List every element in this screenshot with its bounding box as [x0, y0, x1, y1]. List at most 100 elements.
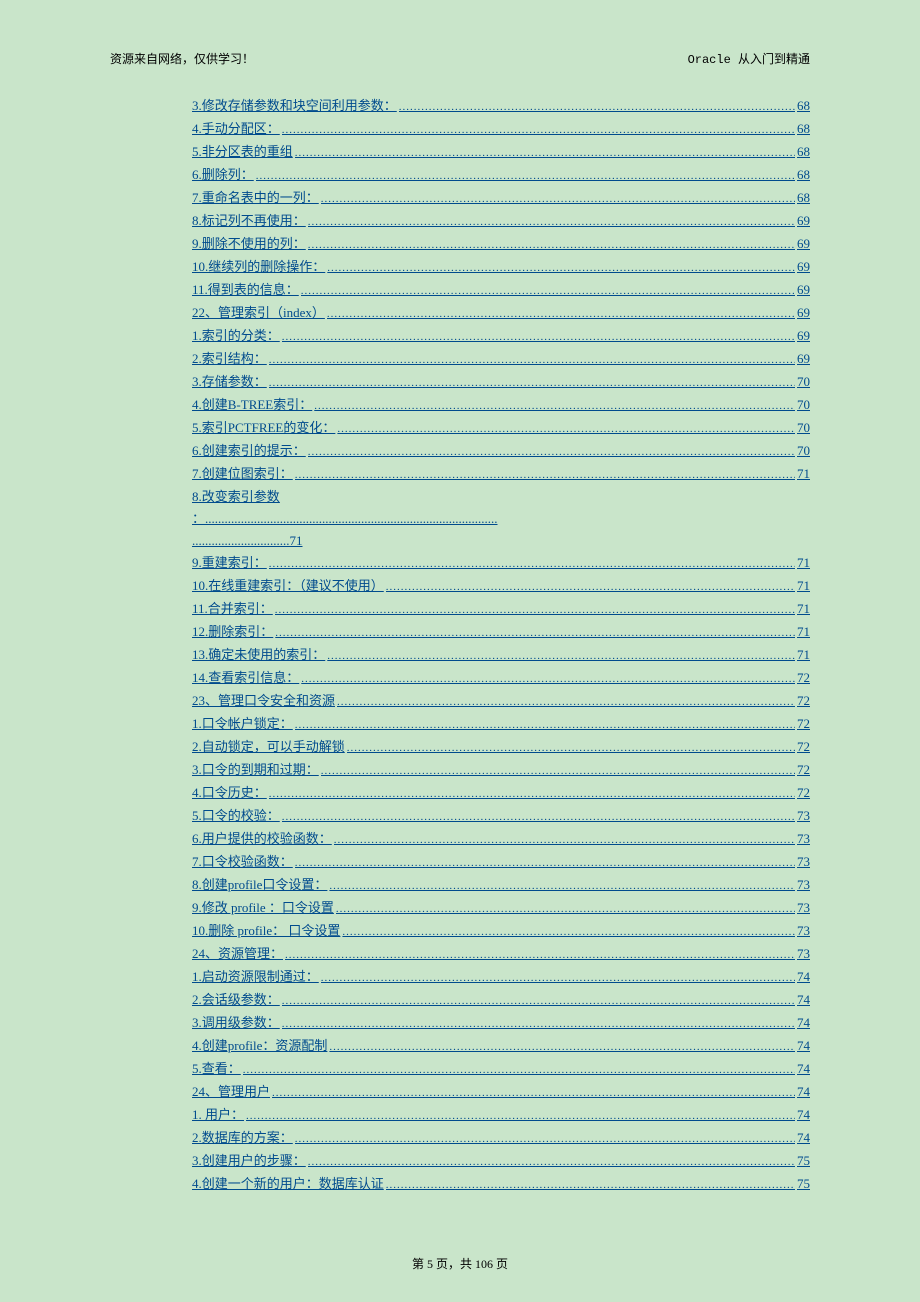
toc-link[interactable]: 10.在线重建索引：（建议不使用）	[192, 575, 384, 597]
toc-link[interactable]: 6.用户提供的校验函数：	[192, 828, 332, 850]
toc-link[interactable]: 24、管理用户	[192, 1081, 270, 1103]
toc-link[interactable]: 10.继续列的删除操作：	[192, 256, 325, 278]
toc-link[interactable]: 7.创建位图索引：	[192, 463, 293, 485]
toc-link[interactable]: 4.口令历史：	[192, 782, 267, 804]
toc-page: ..............................71	[192, 533, 303, 548]
page-number: 第 5 页，共 106 页	[412, 1257, 508, 1271]
toc-dots	[282, 805, 795, 828]
table-of-contents: 3.修改存储参数和块空间利用参数：684.手动分配区：685.非分区表的重组68…	[110, 95, 810, 1196]
toc-page: 73	[797, 874, 810, 896]
toc-link[interactable]: 4.创建一个新的用户：数据库认证	[192, 1173, 384, 1195]
toc-page: 75	[797, 1173, 810, 1195]
toc-page: 74	[797, 1035, 810, 1057]
toc-page: 73	[797, 897, 810, 919]
toc-link[interactable]: 1.口令帐户锁定：	[192, 713, 293, 735]
toc-link[interactable]: 4.创建B-TREE索引：	[192, 394, 312, 416]
toc-link[interactable]: 11.合并索引：	[192, 598, 273, 620]
toc-link[interactable]: 2.索引结构：	[192, 348, 267, 370]
toc-link[interactable]: 2.会话级参数：	[192, 989, 280, 1011]
toc-link[interactable]: 3.存储参数：	[192, 371, 267, 393]
toc-entry: 10.在线重建索引：（建议不使用） 71	[192, 575, 810, 598]
toc-link[interactable]: 10.删除 profile： 口令设置	[192, 920, 340, 942]
toc-entry: 23、管理口令安全和资源72	[192, 690, 810, 713]
toc-entry: 1.口令帐户锁定： 72	[192, 713, 810, 736]
toc-link[interactable]: 7.口令校验函数：	[192, 851, 293, 873]
toc-dots	[321, 759, 795, 782]
toc-link[interactable]: 11.得到表的信息：	[192, 279, 299, 301]
toc-link[interactable]: 6.创建索引的提示：	[192, 440, 306, 462]
toc-page: 68	[797, 95, 810, 117]
toc-page: 73	[797, 851, 810, 873]
toc-entry: 2.索引结构： 69	[192, 348, 810, 371]
toc-link[interactable]: 3.口令的到期和过期：	[192, 759, 319, 781]
toc-link[interactable]: 9.修改 profile ：口令设置	[192, 897, 334, 919]
toc-entry: 9.修改 profile ：口令设置 73	[192, 897, 810, 920]
toc-entry: 5.非分区表的重组68	[192, 141, 810, 164]
toc-dots	[308, 233, 795, 256]
toc-entry: 10.删除 profile： 口令设置73	[192, 920, 810, 943]
toc-link[interactable]: 5.非分区表的重组	[192, 141, 293, 163]
toc-entry: 8.标记列不再使用：69	[192, 210, 810, 233]
toc-entry: 11.得到表的信息：69	[192, 279, 810, 302]
toc-link[interactable]: 6.删除列：	[192, 164, 254, 186]
toc-entry: 7.口令校验函数： 73	[192, 851, 810, 874]
toc-dots	[275, 598, 795, 621]
toc-dots: ：.......................................…	[192, 511, 498, 526]
toc-page: 72	[797, 667, 810, 689]
toc-dots	[321, 966, 795, 989]
toc-link[interactable]: 13.确定未使用的索引：	[192, 644, 325, 666]
toc-link[interactable]: 3.调用级参数：	[192, 1012, 280, 1034]
toc-entry[interactable]: 8.改变索引参数 ：...............................…	[192, 486, 810, 552]
toc-link[interactable]: 3.创建用户的步骤：	[192, 1150, 306, 1172]
toc-entry: 5.查看：74	[192, 1058, 810, 1081]
toc-link[interactable]: 22、管理索引（index）	[192, 302, 325, 324]
toc-page: 75	[797, 1150, 810, 1172]
toc-link[interactable]: 5.口令的校验：	[192, 805, 280, 827]
header-right: Oracle 从入门到精通	[688, 50, 810, 67]
toc-link[interactable]: 8.标记列不再使用：	[192, 210, 306, 232]
toc-entry: 1.索引的分类：69	[192, 325, 810, 348]
toc-page: 72	[797, 713, 810, 735]
toc-page: 71	[797, 575, 810, 597]
toc-link[interactable]: 9.删除不使用的列：	[192, 233, 306, 255]
toc-page: 71	[797, 644, 810, 666]
toc-dots	[295, 713, 795, 736]
toc-entry: 1. 用户：74	[192, 1104, 810, 1127]
toc-page: 72	[797, 759, 810, 781]
toc-entry: 4.口令历史：72	[192, 782, 810, 805]
toc-dots	[327, 302, 795, 325]
toc-link[interactable]: 7.重命名表中的一列：	[192, 187, 319, 209]
toc-entry: 5.索引PCTFREE的变化： 70	[192, 417, 810, 440]
page-footer: 第 5 页，共 106 页	[0, 1255, 920, 1272]
toc-link[interactable]: 12.删除索引：	[192, 621, 273, 643]
toc-link[interactable]: 1. 用户：	[192, 1104, 244, 1126]
toc-link[interactable]: 1.启动资源限制通过：	[192, 966, 319, 988]
toc-link[interactable]: 14.查看索引信息：	[192, 667, 299, 689]
toc-link[interactable]: 23、管理口令安全和资源	[192, 690, 335, 712]
toc-link[interactable]: 5.索引PCTFREE的变化：	[192, 417, 335, 439]
toc-link[interactable]: 2.自动锁定，可以手动解锁	[192, 736, 345, 758]
toc-link[interactable]: 8.改变索引参数	[192, 489, 280, 504]
toc-dots	[399, 95, 795, 118]
toc-entry: 6.创建索引的提示：70	[192, 440, 810, 463]
toc-dots	[282, 325, 795, 348]
toc-link[interactable]: 3.修改存储参数和块空间利用参数：	[192, 95, 397, 117]
toc-link[interactable]: 4.手动分配区：	[192, 118, 280, 140]
document-page: 资源来自网络，仅供学习！ Oracle 从入门到精通 3.修改存储参数和块空间利…	[0, 0, 920, 1302]
toc-entry: 10.继续列的删除操作：69	[192, 256, 810, 279]
toc-page: 70	[797, 417, 810, 439]
toc-dots	[329, 874, 795, 897]
toc-link[interactable]: 8.创建profile口令设置：	[192, 874, 327, 896]
toc-link[interactable]: 4.创建profile：资源配制	[192, 1035, 327, 1057]
toc-link[interactable]: 2.数据库的方案：	[192, 1127, 293, 1149]
toc-dots	[308, 1150, 795, 1173]
toc-link[interactable]: 1.索引的分类：	[192, 325, 280, 347]
toc-link[interactable]: 9.重建索引：	[192, 552, 267, 574]
toc-dots	[269, 371, 795, 394]
toc-link[interactable]: 24、资源管理：	[192, 943, 283, 965]
toc-dots	[295, 851, 795, 874]
toc-link[interactable]: 5.查看：	[192, 1058, 241, 1080]
toc-entry: 12.删除索引：71	[192, 621, 810, 644]
toc-entry: 3.口令的到期和过期： 72	[192, 759, 810, 782]
toc-page: 69	[797, 348, 810, 370]
